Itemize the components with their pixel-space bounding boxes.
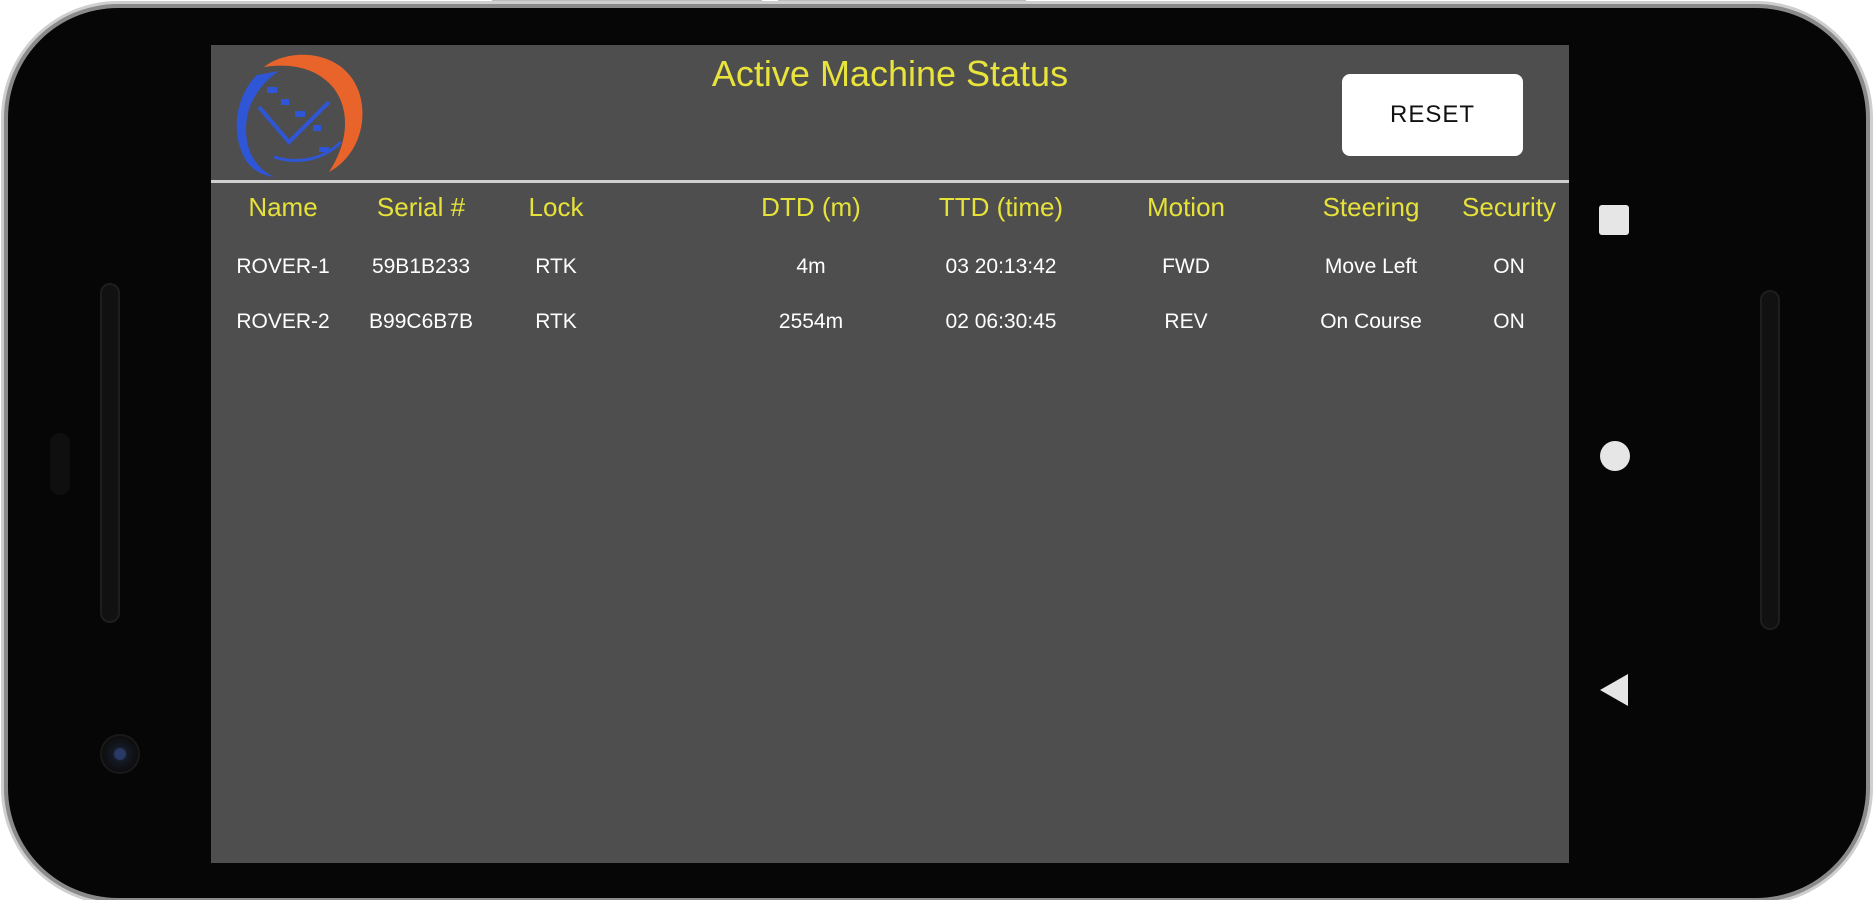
cell-lock: RTK <box>535 310 577 333</box>
column-header-name: Name <box>248 192 318 222</box>
app-screen: Active Machine Status RESET Name Serial … <box>211 45 1569 863</box>
column-header-ttd: TTD (time) <box>938 192 1064 222</box>
circle-icon[interactable] <box>1600 441 1630 471</box>
cell-ttd: 02 06:30:45 <box>945 310 1057 333</box>
front-camera-icon <box>102 736 138 772</box>
right-speaker-slot <box>1760 290 1780 630</box>
cell-ttd: 03 20:13:42 <box>945 255 1057 278</box>
cell-security: ON <box>1493 255 1525 278</box>
cell-security: ON <box>1493 310 1525 333</box>
cell-steering: On Course <box>1320 310 1422 333</box>
header-divider <box>211 180 1569 183</box>
table-row[interactable]: ROVER-1 59B1B233 RTK 4m 03 20:13:42 FWD … <box>211 247 1569 287</box>
column-header-dtd: DTD (m) <box>761 192 861 222</box>
cell-name: ROVER-1 <box>236 255 330 278</box>
reset-button[interactable]: RESET <box>1342 74 1523 156</box>
square-icon[interactable] <box>1599 205 1629 235</box>
table-row[interactable]: ROVER-2 B99C6B7B RTK 2554m 02 06:30:45 R… <box>211 302 1569 342</box>
column-header-lock: Lock <box>528 192 584 222</box>
sensor-slot <box>50 433 70 495</box>
cell-dtd: 4m <box>796 255 826 278</box>
cell-lock: RTK <box>535 255 577 278</box>
cell-steering: Move Left <box>1324 255 1418 278</box>
cell-serial: B99C6B7B <box>369 310 473 333</box>
column-header-serial: Serial # <box>376 192 466 222</box>
back-triangle-icon[interactable] <box>1600 674 1628 706</box>
left-speaker-slot <box>100 283 120 623</box>
table-header: Name Serial # Lock DTD (m) TTD (time) Mo… <box>211 187 1569 227</box>
cell-serial: 59B1B233 <box>371 255 471 278</box>
column-header-security: Security <box>1462 192 1556 222</box>
cell-motion: FWD <box>1162 255 1210 278</box>
column-header-steering: Steering <box>1322 192 1420 222</box>
cell-dtd: 2554m <box>778 310 844 333</box>
column-header-motion: Motion <box>1146 192 1226 222</box>
cell-name: ROVER-2 <box>236 310 330 333</box>
cell-motion: REV <box>1164 310 1208 333</box>
